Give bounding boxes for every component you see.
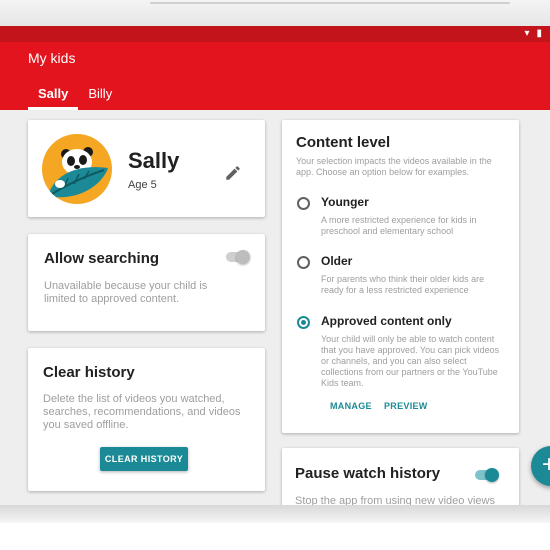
content-level-description: Your selection impacts the videos availa… [296,156,492,177]
clear-history-description: Delete the list of videos you watched, s… [43,393,241,431]
content-level-card: Content level Your selection impacts the… [282,120,519,433]
tab-sally[interactable]: Sally [28,86,79,110]
pause-watch-history-toggle[interactable] [475,468,499,482]
option-approved-label: Approved content only [321,314,452,328]
kid-name: Sally [128,148,180,173]
pause-watch-history-title: Pause watch history [295,465,441,482]
allow-searching-title: Allow searching [44,250,160,267]
option-younger-label: Younger [321,195,369,209]
toggle-knob [485,468,499,482]
manage-link[interactable]: MANAGE [330,401,372,411]
content-level-title: Content level [296,134,391,151]
pause-watch-history-card: Pause watch history Stop the app from us… [282,448,519,505]
tablet-screen: ▾ ▮ My kids Sally Billy Sally Age 5 Allo… [0,0,550,550]
pause-watch-history-description: Stop the app from using new video views [295,495,495,505]
settings-content: Sally Age 5 Allow searching Unavailable … [0,110,550,505]
radio-older[interactable] [297,256,310,269]
battery-icon: ▮ [536,28,542,39]
tab-billy[interactable]: Billy [78,86,122,110]
profile-card: Sally Age 5 [28,120,265,217]
option-older-description: For parents who think their older kids a… [321,274,485,295]
pencil-icon[interactable] [224,164,242,182]
option-younger-description: A more restricted experience for kids in… [321,215,477,236]
allow-searching-card: Allow searching Unavailable because your… [28,234,265,331]
allow-searching-toggle[interactable] [226,250,250,264]
clear-history-card: Clear history Delete the list of videos … [28,348,265,491]
radio-younger[interactable] [297,197,310,210]
kid-tabs: Sally Billy [28,86,122,110]
kid-age: Age 5 [128,179,157,191]
option-older-label: Older [321,254,353,268]
status-bar: ▾ ▮ [0,26,550,42]
preview-link[interactable]: PREVIEW [384,401,428,411]
page-title: My kids [28,50,76,66]
option-approved-description: Your child will only be able to watch co… [321,334,500,388]
status-icons: ▾ ▮ [524,28,542,40]
bezel-highlight [150,2,510,4]
wifi-icon: ▾ [524,28,530,39]
bezel-shadow [0,505,550,523]
device-bezel-top [0,0,550,26]
radio-approved-content[interactable] [297,316,310,329]
radio-selected-dot [301,320,306,325]
clear-history-title: Clear history [43,364,135,381]
app-bar: My kids Sally Billy [0,42,550,110]
allow-searching-description: Unavailable because your child is limite… [44,280,208,305]
bear-with-leaf-avatar [42,134,112,204]
clear-history-button[interactable]: CLEAR HISTORY [100,447,188,471]
device-bezel-bottom [0,505,550,550]
toggle-knob [236,250,250,264]
